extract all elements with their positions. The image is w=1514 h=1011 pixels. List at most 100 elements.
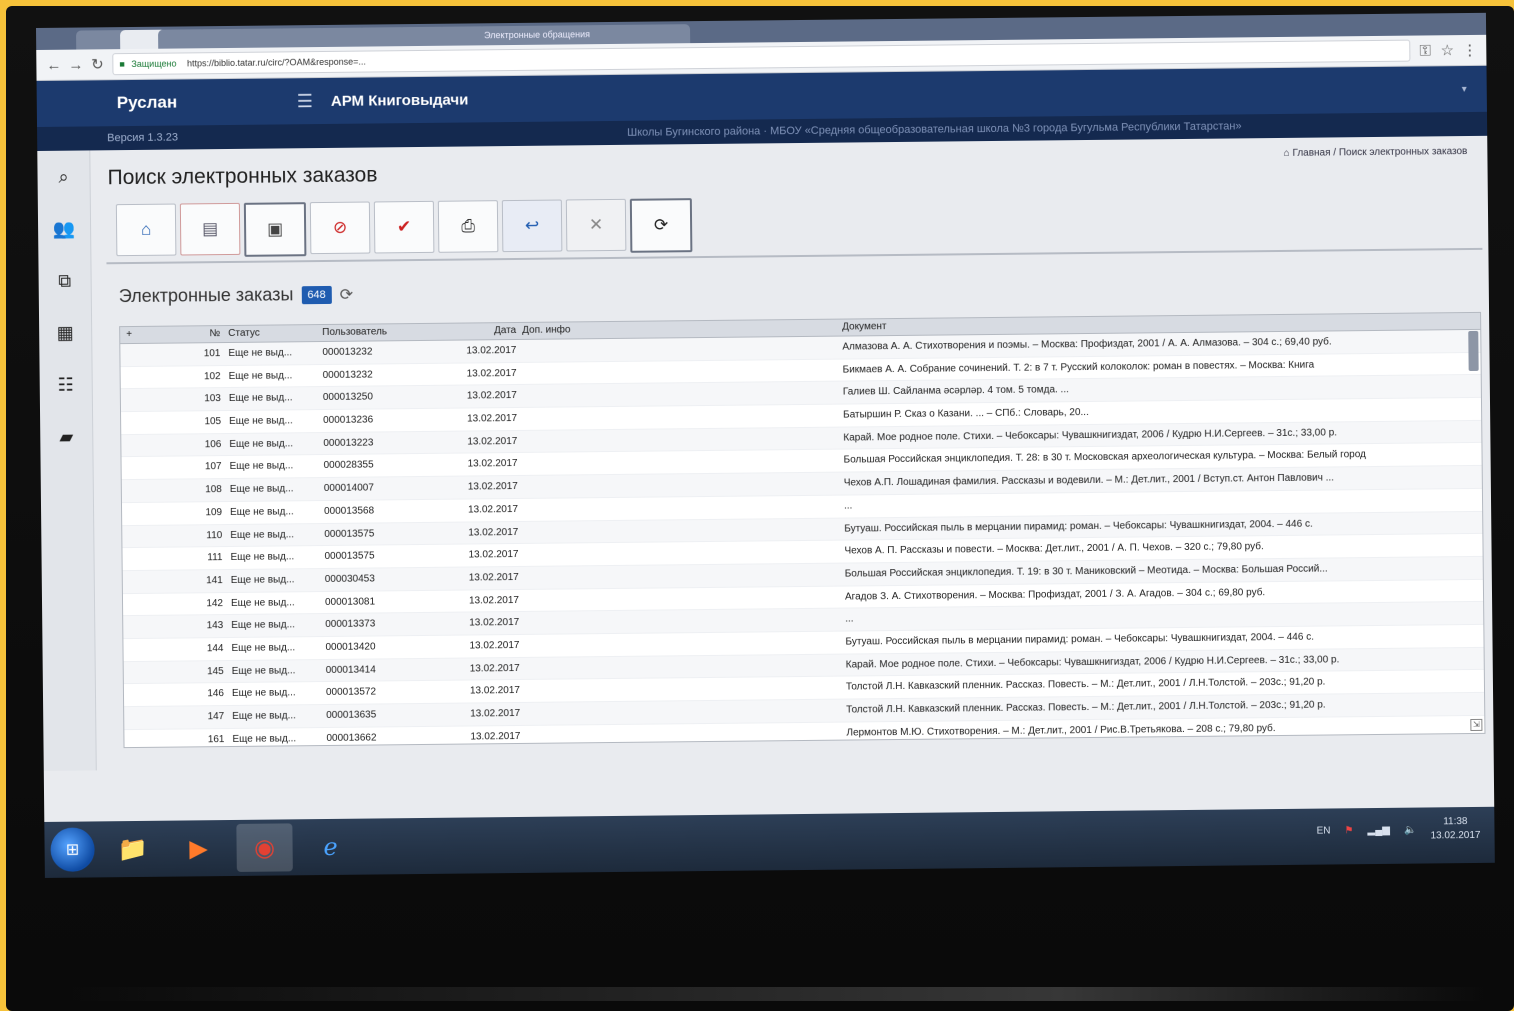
grid-scrollbar[interactable] (1468, 330, 1479, 372)
clock[interactable]: 11:38 13.02.2017 (1430, 815, 1480, 844)
cell-select[interactable] (121, 389, 161, 411)
cell-select[interactable] (121, 434, 161, 456)
forward-arrow-icon[interactable]: → (68, 56, 83, 73)
cell-user: 000013635 (326, 709, 377, 721)
cell-select[interactable] (123, 593, 163, 615)
cell-user: 000013662 (326, 732, 377, 744)
book-icon[interactable]: ▰ (40, 410, 93, 463)
cell-select[interactable] (124, 707, 164, 729)
hamburger-icon[interactable]: ☰ (297, 91, 313, 112)
cell-select[interactable] (122, 503, 162, 525)
taskbar: ⊞ 📁 ▶ ◉ ℯ EN ⚑ ▂▄▆ 🔈 11:38 13.02.2017 (44, 806, 1495, 878)
cell-info (525, 609, 845, 634)
cell-user: 000013232 (322, 346, 373, 359)
toolbar-scan-button[interactable]: ▣ (243, 202, 307, 257)
browser-tab[interactable]: Электронные обращения (478, 24, 691, 46)
main-area: ⌕ 👥 ⧉ ▦ ☷ ▰ ⌂ Главная / Поиск электронны… (37, 136, 1493, 771)
cell-select[interactable] (120, 344, 160, 366)
scan-icon: ▣ (266, 219, 284, 239)
cell-user: 000013081 (324, 596, 376, 608)
cell-select[interactable] (123, 616, 163, 638)
reload-icon[interactable]: ↻ (90, 55, 104, 73)
toolbar-print-button[interactable]: ⎙ (437, 200, 499, 253)
taskbar-media-player[interactable]: ▶ (170, 824, 226, 873)
cell-number: 111 (207, 552, 223, 564)
cell-status: Еще не выд... (229, 460, 294, 473)
cell-user: 000013232 (322, 369, 373, 381)
cell-status: Еще не выд... (231, 619, 295, 632)
toolbar-stop-button[interactable]: ⊘ (309, 201, 371, 255)
cell-user: 000013223 (323, 437, 374, 449)
cell-number: 144 (206, 643, 224, 655)
toolbar-close-button[interactable]: ✕ (565, 198, 627, 252)
taskbar-ie[interactable]: ℯ (302, 823, 358, 872)
resize-icon[interactable]: ⇲ (1470, 718, 1483, 732)
cell-select[interactable] (124, 729, 164, 748)
cell-select[interactable] (122, 480, 162, 502)
back-arrow-icon[interactable]: ← (46, 56, 61, 73)
cell-select[interactable] (122, 457, 162, 479)
taskbar-explorer[interactable]: 📁 (104, 825, 160, 874)
cell-date: 13.02.2017 (470, 730, 521, 743)
toolbar-back-button[interactable]: ↩ (501, 199, 563, 253)
logout-link[interactable]: ▾ (1462, 84, 1467, 95)
cell-number: 147 (207, 711, 225, 723)
language-indicator[interactable]: EN (1317, 825, 1331, 836)
back-icon: ↩ (524, 215, 540, 235)
list-icon[interactable]: ☷ (39, 358, 92, 411)
volume-icon[interactable]: 🔈 (1404, 824, 1417, 835)
side-nav: ⌕ 👥 ⧉ ▦ ☷ ▰ (37, 150, 97, 771)
start-button[interactable]: ⊞ (50, 827, 95, 872)
toolbar-home-button[interactable]: ⌂ (115, 203, 177, 257)
cell-user: 000028355 (323, 459, 374, 472)
breadcrumb[interactable]: ⌂ Главная / Поиск электронных заказов (1284, 146, 1468, 159)
toolbar-reader-button[interactable]: ▤ (179, 202, 241, 256)
toolbar-refresh-button[interactable]: ⟳ (629, 198, 693, 253)
cell-select[interactable] (122, 548, 162, 570)
system-tray: EN ⚑ ▂▄▆ 🔈 11:38 13.02.2017 (1316, 815, 1481, 845)
cell-info (524, 518, 844, 543)
col-status[interactable]: Статус (228, 325, 322, 342)
cell-select[interactable] (124, 661, 164, 683)
cell-status: Еще не выд... (229, 438, 294, 450)
taskbar-chrome[interactable]: ◉ (236, 823, 293, 872)
flag-icon[interactable]: ⚑ (1344, 825, 1353, 836)
col-info[interactable]: Доп. инфо (522, 320, 842, 339)
cell-select[interactable] (121, 412, 161, 434)
cell-date: 13.02.2017 (468, 571, 519, 584)
col-user[interactable]: Пользователь (322, 324, 434, 341)
cell-status: Еще не выд... (230, 574, 295, 586)
menu-dots-icon[interactable]: ⋮ (1462, 41, 1477, 59)
cell-select[interactable] (124, 684, 164, 706)
grid-icon[interactable]: ▦ (39, 306, 92, 359)
star-icon[interactable]: ☆ (1440, 41, 1454, 59)
col-number[interactable]: № (160, 326, 228, 343)
cell-info (523, 359, 843, 384)
cell-select[interactable] (122, 525, 162, 547)
toolbar-check-button[interactable]: ✔ (373, 200, 435, 254)
copies-icon[interactable]: ⧉ (38, 254, 91, 307)
cell-select[interactable] (123, 639, 163, 661)
users-icon[interactable]: 👥 (38, 202, 91, 255)
network-icon[interactable]: ▂▄▆ (1367, 824, 1390, 835)
col-date[interactable]: Дата (434, 323, 522, 340)
spinner-icon[interactable]: ⟳ (340, 284, 354, 304)
cell-select[interactable] (123, 571, 163, 593)
cell-date: 13.02.2017 (466, 413, 518, 425)
cell-info (523, 405, 843, 430)
stop-icon: ⊘ (332, 217, 348, 237)
user-name: Руслан (116, 92, 178, 113)
col-select[interactable]: + (120, 327, 160, 343)
cell-user: 000013414 (325, 664, 376, 676)
cell-select[interactable] (121, 366, 161, 388)
screen: Электронные обращения ← → ↻ ■ Защищено h… (36, 12, 1495, 878)
cell-number: 142 (206, 597, 224, 609)
search-icon[interactable]: ⌕ (37, 150, 90, 203)
explorer-icon: 📁 (117, 835, 148, 863)
print-icon: ⎙ (461, 216, 475, 236)
breadcrumb-text: Главная / Поиск электронных заказов (1292, 146, 1468, 159)
cell-user: 000013250 (322, 391, 374, 404)
cell-user: 000013373 (325, 618, 376, 631)
key-icon[interactable]: ⚿ (1418, 42, 1432, 59)
close-icon: ✕ (588, 215, 604, 235)
